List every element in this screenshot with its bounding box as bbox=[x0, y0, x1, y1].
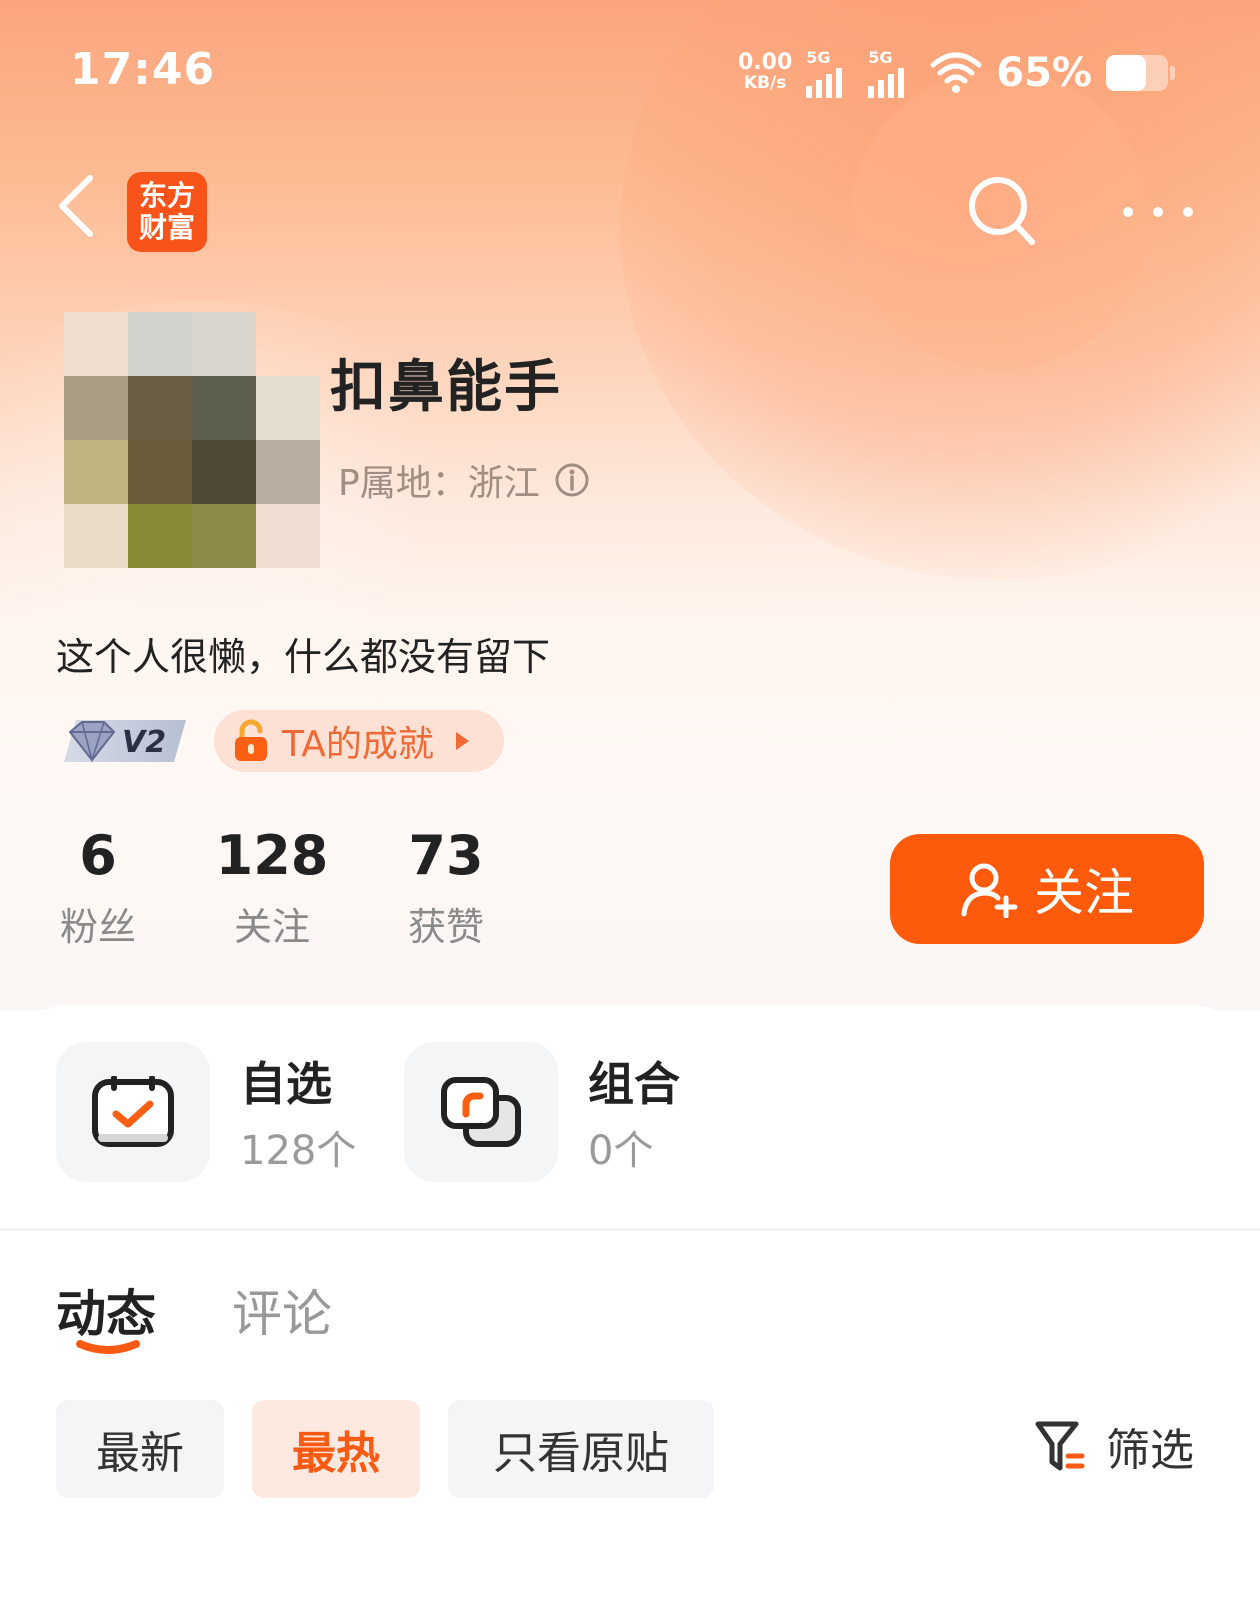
filter-original-only[interactable]: 只看原贴 bbox=[448, 1400, 714, 1498]
app-logo-line2: 财富 bbox=[138, 211, 195, 244]
portfolio-count: 0个 bbox=[588, 1128, 654, 1174]
watchlist-title: 自选 bbox=[240, 1057, 332, 1111]
portfolio-tile[interactable] bbox=[404, 1042, 558, 1182]
stat-fans[interactable]: 6 粉丝 bbox=[56, 824, 140, 951]
stat-value: 6 bbox=[79, 824, 117, 887]
avatar[interactable] bbox=[56, 312, 340, 568]
level-badge[interactable]: V2 bbox=[62, 714, 190, 768]
ip-location: P属地：浙江 bbox=[338, 454, 590, 506]
filter-icon bbox=[1035, 1421, 1085, 1471]
lock-icon bbox=[235, 719, 267, 761]
follow-label: 关注 bbox=[1034, 864, 1134, 922]
achievement-label: TA的成就 bbox=[282, 724, 434, 765]
app-logo-line1: 东方 bbox=[138, 179, 195, 212]
network-speed: 0.00 KB/s bbox=[737, 50, 793, 94]
ip-location-text: P属地：浙江 bbox=[338, 463, 540, 504]
stat-label: 关注 bbox=[233, 905, 310, 949]
tab-indicator bbox=[76, 1340, 140, 1354]
level-text: V2 bbox=[122, 725, 166, 760]
network-speed-value: 0.00 bbox=[737, 50, 793, 75]
stat-label: 获赞 bbox=[407, 905, 484, 949]
add-user-icon bbox=[961, 863, 1018, 918]
sim1-network-type: 5G bbox=[806, 48, 831, 67]
play-arrow-icon bbox=[455, 732, 469, 750]
filter-button[interactable]: 筛选 bbox=[1034, 1414, 1194, 1478]
stat-label: 粉丝 bbox=[59, 905, 136, 949]
achievement-button[interactable]: TA的成就 bbox=[214, 710, 504, 772]
battery-icon bbox=[1106, 55, 1175, 91]
portfolio-icon bbox=[441, 1077, 521, 1147]
app-logo: 东方 财富 bbox=[127, 172, 207, 252]
status-time: 17:46 bbox=[70, 44, 216, 95]
network-speed-unit: KB/s bbox=[743, 73, 787, 93]
watchlist-count: 128个 bbox=[240, 1128, 357, 1174]
watchlist-tile[interactable] bbox=[56, 1042, 210, 1182]
stat-value: 73 bbox=[408, 824, 484, 887]
bio: 这个人很懒，什么都没有留下 bbox=[56, 635, 551, 679]
signal-sim2-icon: 5G bbox=[868, 48, 916, 98]
filter-label: 筛选 bbox=[1106, 1425, 1194, 1476]
info-icon[interactable] bbox=[554, 462, 590, 498]
follow-button[interactable]: 关注 bbox=[890, 834, 1204, 944]
wifi-icon bbox=[930, 52, 982, 93]
filter-latest[interactable]: 最新 bbox=[56, 1400, 224, 1498]
signal-sim1-icon: 5G bbox=[806, 48, 854, 98]
nickname: 扣鼻能手 bbox=[330, 355, 562, 420]
tab-comments[interactable]: 评论 bbox=[232, 1274, 332, 1346]
stat-likes[interactable]: 73 获赞 bbox=[404, 824, 488, 951]
back-arrow-icon[interactable] bbox=[50, 170, 106, 242]
search-icon[interactable] bbox=[960, 170, 1044, 254]
stat-value: 128 bbox=[215, 824, 329, 887]
sim2-network-type: 5G bbox=[868, 48, 893, 67]
checkbox-icon bbox=[92, 1076, 174, 1147]
status-icons: 0.00 KB/s 5G 5G 65% bbox=[737, 48, 1175, 98]
more-icon[interactable] bbox=[1118, 192, 1198, 232]
stat-following[interactable]: 128 关注 bbox=[216, 824, 329, 951]
tab-dynamics[interactable]: 动态 bbox=[56, 1274, 156, 1346]
portfolio-title: 组合 bbox=[588, 1057, 680, 1111]
filter-hottest[interactable]: 最热 bbox=[252, 1400, 420, 1498]
divider bbox=[0, 1228, 1260, 1231]
battery-percent: 65% bbox=[996, 50, 1092, 96]
